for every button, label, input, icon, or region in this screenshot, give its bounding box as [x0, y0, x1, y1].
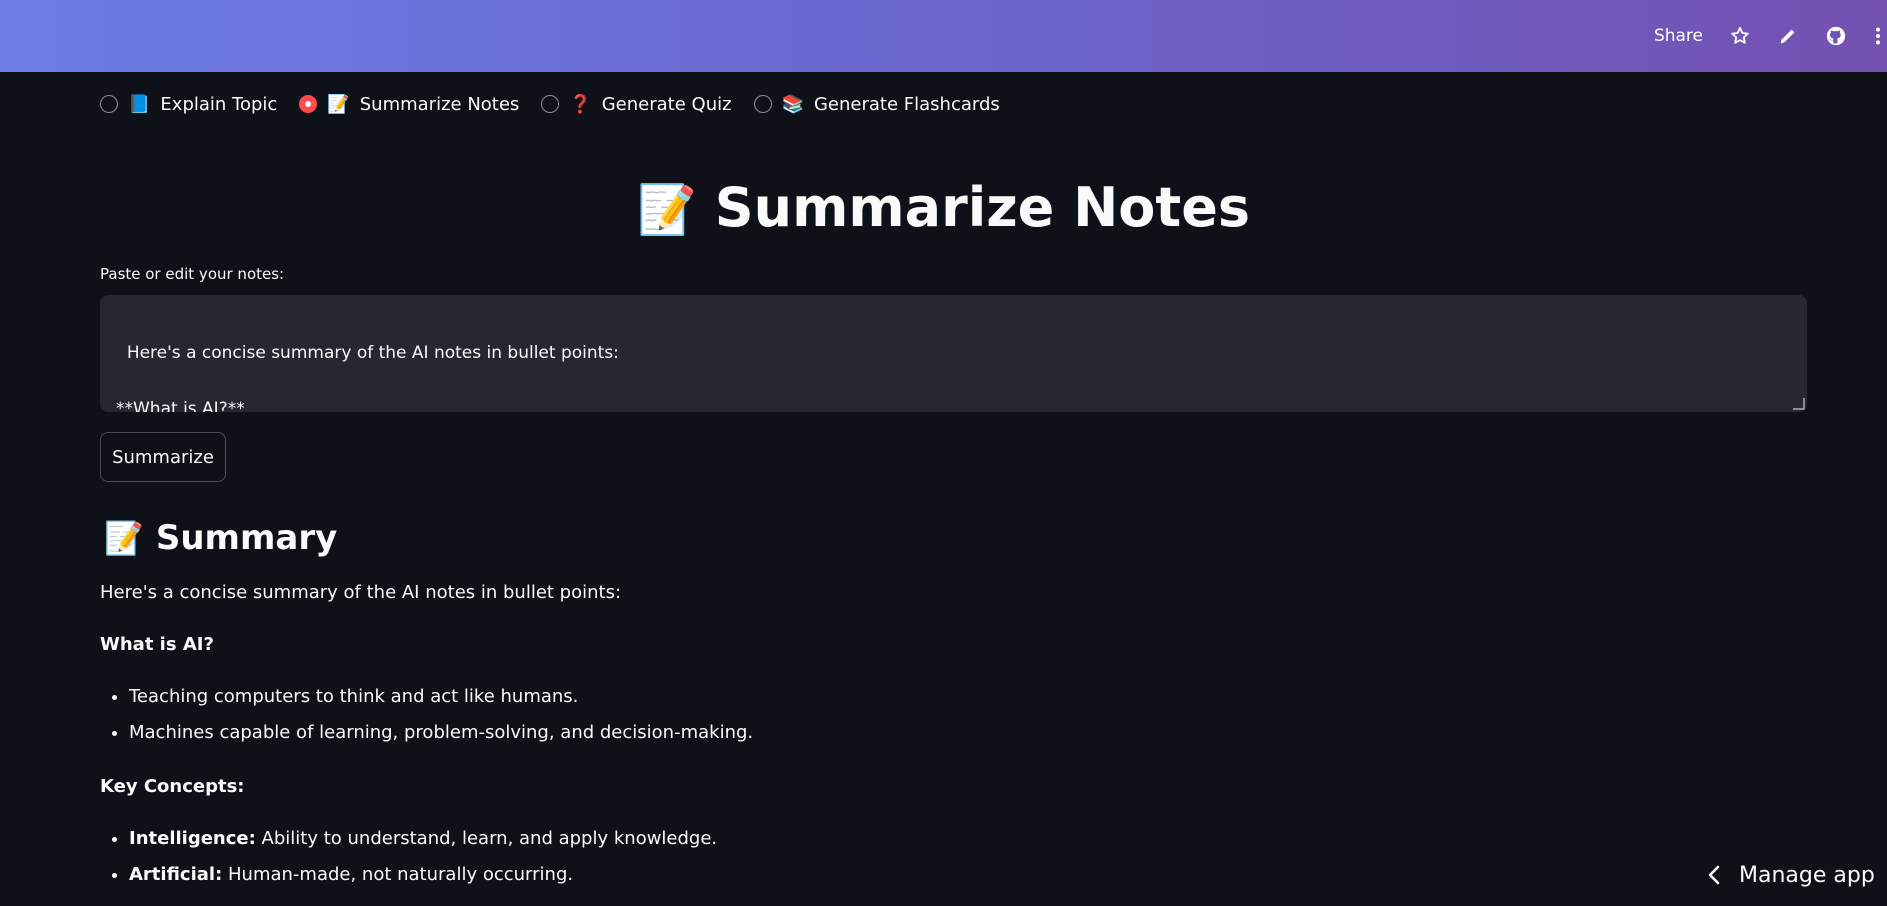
radio-button[interactable]: [541, 95, 560, 113]
pencil-icon[interactable]: [1777, 25, 1799, 47]
manage-app-label: Manage app: [1739, 862, 1875, 888]
memo-icon: 📝: [104, 519, 144, 557]
page-title: 📝 Summarize Notes: [0, 172, 1887, 246]
star-icon[interactable]: [1729, 25, 1751, 47]
list-item: Artificial: Human-made, not naturally oc…: [129, 862, 717, 888]
summary-intro: Here's a concise summary of the AI notes…: [100, 582, 622, 603]
memo-icon: 📝: [637, 182, 697, 238]
notes-textarea[interactable]: Here's a concise summary of the AI notes…: [100, 295, 1807, 412]
key-concepts-list: Intelligence: Ability to understand, lea…: [100, 826, 717, 898]
radio-label: Generate Quiz: [601, 93, 732, 115]
term: Intelligence:: [129, 828, 256, 849]
memo-icon: 📝: [327, 93, 350, 115]
blue-book-icon: 📘: [128, 93, 151, 115]
more-vertical-icon[interactable]: [1873, 25, 1883, 47]
question-mark-icon: ❓: [569, 93, 592, 115]
page-title-text: Summarize Notes: [714, 176, 1250, 239]
resize-handle-icon[interactable]: [1793, 398, 1805, 410]
notes-input-label: Paste or edit your notes:: [100, 265, 285, 283]
header-actions: Share: [1654, 0, 1887, 72]
github-icon[interactable]: [1825, 25, 1847, 47]
radio-label: Generate Flashcards: [813, 93, 1000, 115]
radio-generate-quiz[interactable]: ❓ Generate Quiz: [541, 93, 732, 115]
list-item: Teaching computers to think and act like…: [129, 684, 753, 710]
radio-button[interactable]: [100, 95, 118, 113]
radio-label: Summarize Notes: [359, 93, 520, 115]
section-title-what-is-ai: What is AI?: [100, 634, 214, 655]
app-header: Share: [0, 0, 1887, 72]
radio-summarize-notes[interactable]: 📝 Summarize Notes: [299, 94, 519, 115]
notes-textarea-value: Here's a concise summary of the AI notes…: [116, 343, 619, 412]
summary-heading-text: Summary: [155, 518, 338, 558]
chevron-left-icon: [1708, 865, 1720, 885]
term: Artificial:: [129, 864, 223, 885]
what-is-ai-list: Teaching computers to think and act like…: [100, 684, 753, 756]
radio-generate-flashcards[interactable]: 📚 Generate Flashcards: [753, 93, 1000, 115]
radio-button[interactable]: [753, 95, 772, 113]
summary-heading: 📝 Summary: [104, 516, 337, 560]
definition: Human-made, not naturally occurring.: [222, 864, 574, 885]
definition: Ability to understand, learn, and apply …: [255, 828, 718, 849]
radio-button-selected[interactable]: [299, 95, 318, 113]
radio-label: Explain Topic: [160, 93, 278, 115]
list-item: Intelligence: Ability to understand, lea…: [129, 826, 717, 852]
radio-explain-topic[interactable]: 📘 Explain Topic: [100, 94, 277, 115]
share-button[interactable]: Share: [1654, 26, 1703, 46]
summarize-button[interactable]: Summarize: [100, 432, 226, 482]
manage-app-button[interactable]: Manage app: [1701, 844, 1887, 906]
books-icon: 📚: [781, 93, 804, 115]
mode-radio-group: 📘 Explain Topic 📝 Summarize Notes ❓ Gene…: [100, 92, 1000, 116]
section-title-key-concepts: Key Concepts:: [100, 776, 245, 797]
list-item: Machines capable of learning, problem-so…: [129, 720, 753, 746]
